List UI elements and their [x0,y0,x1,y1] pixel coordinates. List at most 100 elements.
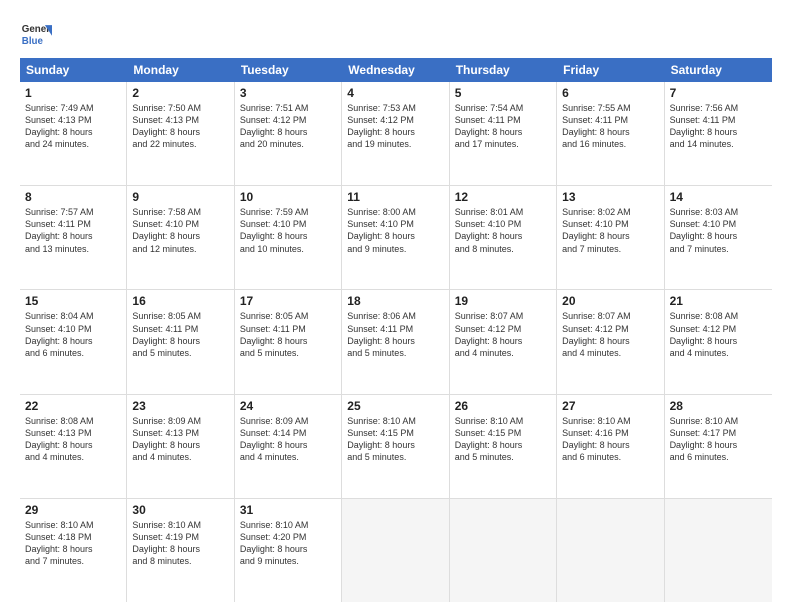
day-number: 4 [347,86,443,100]
day-number: 2 [132,86,228,100]
cell-text: Sunrise: 7:57 AMSunset: 4:11 PMDaylight:… [25,206,121,255]
calendar-cell: 12Sunrise: 8:01 AMSunset: 4:10 PMDayligh… [450,186,557,289]
cell-text: Sunrise: 8:08 AMSunset: 4:12 PMDaylight:… [670,310,767,359]
cell-text: Sunrise: 8:10 AMSunset: 4:15 PMDaylight:… [455,415,551,464]
cell-text: Sunrise: 8:10 AMSunset: 4:18 PMDaylight:… [25,519,121,568]
day-number: 1 [25,86,121,100]
cell-text: Sunrise: 8:00 AMSunset: 4:10 PMDaylight:… [347,206,443,255]
day-number: 6 [562,86,658,100]
weekday-header: Sunday [20,58,127,82]
cell-text: Sunrise: 8:07 AMSunset: 4:12 PMDaylight:… [455,310,551,359]
weekday-header: Saturday [665,58,772,82]
calendar-cell: 25 Sunrise: 8:10 AMSunset: 4:15 PMDayligh… [342,395,449,498]
calendar-cell: 13Sunrise: 8:02 AMSunset: 4:10 PMDayligh… [557,186,664,289]
calendar-cell: 8 Sunrise: 7:57 AMSunset: 4:11 PMDaylight… [20,186,127,289]
calendar-cell: 15 Sunrise: 8:04 AMSunset: 4:10 PMDayligh… [20,290,127,393]
weekday-header: Tuesday [235,58,342,82]
calendar-row: 22 Sunrise: 8:08 AMSunset: 4:13 PMDayligh… [20,395,772,499]
calendar-cell: 1 Sunrise: 7:49 AMSunset: 4:13 PMDaylight… [20,82,127,185]
empty-cell [450,499,557,602]
day-number: 19 [455,294,551,308]
day-number: 23 [132,399,228,413]
day-number: 25 [347,399,443,413]
calendar-cell: 28 Sunrise: 8:10 AMSunset: 4:17 PMDayligh… [665,395,772,498]
day-number: 17 [240,294,336,308]
empty-cell [665,499,772,602]
day-number: 9 [132,190,228,204]
calendar-cell: 2Sunrise: 7:50 AMSunset: 4:13 PMDaylight… [127,82,234,185]
day-number: 20 [562,294,658,308]
calendar-cell: 20 Sunrise: 8:07 AMSunset: 4:12 PMDayligh… [557,290,664,393]
day-number: 29 [25,503,121,517]
calendar-header: SundayMondayTuesdayWednesdayThursdayFrid… [20,58,772,82]
calendar-cell: 31 Sunrise: 8:10 AMSunset: 4:20 PMDayligh… [235,499,342,602]
calendar-cell: 5 Sunrise: 7:54 AMSunset: 4:11 PMDaylight… [450,82,557,185]
calendar-row: 29 Sunrise: 8:10 AMSunset: 4:18 PMDayligh… [20,499,772,602]
calendar-cell: 6 Sunrise: 7:55 AMSunset: 4:11 PMDaylight… [557,82,664,185]
day-number: 31 [240,503,336,517]
day-number: 28 [670,399,767,413]
calendar-cell: 19 Sunrise: 8:07 AMSunset: 4:12 PMDayligh… [450,290,557,393]
calendar-cell: 22 Sunrise: 8:08 AMSunset: 4:13 PMDayligh… [20,395,127,498]
cell-text: Sunrise: 7:49 AMSunset: 4:13 PMDaylight:… [25,102,121,151]
cell-text: Sunrise: 8:10 AMSunset: 4:16 PMDaylight:… [562,415,658,464]
day-number: 18 [347,294,443,308]
day-number: 30 [132,503,228,517]
cell-text: Sunrise: 8:08 AMSunset: 4:13 PMDaylight:… [25,415,121,464]
calendar-cell: 4Sunrise: 7:53 AMSunset: 4:12 PMDaylight… [342,82,449,185]
cell-text: Sunrise: 8:10 AMSunset: 4:15 PMDaylight:… [347,415,443,464]
cell-text: Sunrise: 7:58 AMSunset: 4:10 PMDaylight:… [132,206,228,255]
cell-text: Sunrise: 8:01 AMSunset: 4:10 PMDaylight:… [455,206,551,255]
day-number: 8 [25,190,121,204]
calendar-row: 8 Sunrise: 7:57 AMSunset: 4:11 PMDaylight… [20,186,772,290]
calendar-row: 1 Sunrise: 7:49 AMSunset: 4:13 PMDaylight… [20,82,772,186]
svg-text:Blue: Blue [22,36,44,47]
cell-text: Sunrise: 8:10 AMSunset: 4:17 PMDaylight:… [670,415,767,464]
weekday-header: Thursday [450,58,557,82]
day-number: 7 [670,86,767,100]
weekday-header: Friday [557,58,664,82]
calendar: SundayMondayTuesdayWednesdayThursdayFrid… [20,58,772,602]
calendar-cell: 3 Sunrise: 7:51 AMSunset: 4:12 PMDaylight… [235,82,342,185]
calendar-body: 1 Sunrise: 7:49 AMSunset: 4:13 PMDaylight… [20,82,772,602]
calendar-cell: 29 Sunrise: 8:10 AMSunset: 4:18 PMDayligh… [20,499,127,602]
calendar-cell: 30Sunrise: 8:10 AMSunset: 4:19 PMDayligh… [127,499,234,602]
cell-text: Sunrise: 7:51 AMSunset: 4:12 PMDaylight:… [240,102,336,151]
cell-text: Sunrise: 8:03 AMSunset: 4:10 PMDaylight:… [670,206,767,255]
day-number: 21 [670,294,767,308]
logo-icon: General Blue [20,18,52,50]
day-number: 10 [240,190,336,204]
day-number: 24 [240,399,336,413]
day-number: 16 [132,294,228,308]
calendar-cell: 7 Sunrise: 7:56 AMSunset: 4:11 PMDaylight… [665,82,772,185]
calendar-row: 15 Sunrise: 8:04 AMSunset: 4:10 PMDayligh… [20,290,772,394]
calendar-cell: 11Sunrise: 8:00 AMSunset: 4:10 PMDayligh… [342,186,449,289]
day-number: 5 [455,86,551,100]
cell-text: Sunrise: 7:56 AMSunset: 4:11 PMDaylight:… [670,102,767,151]
day-number: 22 [25,399,121,413]
cell-text: Sunrise: 8:04 AMSunset: 4:10 PMDaylight:… [25,310,121,359]
weekday-header: Monday [127,58,234,82]
calendar-cell: 26Sunrise: 8:10 AMSunset: 4:15 PMDayligh… [450,395,557,498]
weekday-header: Wednesday [342,58,449,82]
empty-cell [557,499,664,602]
calendar-cell: 23 Sunrise: 8:09 AMSunset: 4:13 PMDayligh… [127,395,234,498]
cell-text: Sunrise: 8:10 AMSunset: 4:20 PMDaylight:… [240,519,336,568]
calendar-cell: 24Sunrise: 8:09 AMSunset: 4:14 PMDayligh… [235,395,342,498]
logo: General Blue [20,18,52,50]
cell-text: Sunrise: 7:55 AMSunset: 4:11 PMDaylight:… [562,102,658,151]
day-number: 3 [240,86,336,100]
cell-text: Sunrise: 8:09 AMSunset: 4:13 PMDaylight:… [132,415,228,464]
cell-text: Sunrise: 8:02 AMSunset: 4:10 PMDaylight:… [562,206,658,255]
cell-text: Sunrise: 8:05 AMSunset: 4:11 PMDaylight:… [240,310,336,359]
empty-cell [342,499,449,602]
cell-text: Sunrise: 8:07 AMSunset: 4:12 PMDaylight:… [562,310,658,359]
day-number: 15 [25,294,121,308]
page: General Blue SundayMondayTuesdayWednesda… [0,0,792,612]
day-number: 14 [670,190,767,204]
calendar-cell: 27Sunrise: 8:10 AMSunset: 4:16 PMDayligh… [557,395,664,498]
cell-text: Sunrise: 7:54 AMSunset: 4:11 PMDaylight:… [455,102,551,151]
calendar-cell: 9 Sunrise: 7:58 AMSunset: 4:10 PMDaylight… [127,186,234,289]
cell-text: Sunrise: 8:05 AMSunset: 4:11 PMDaylight:… [132,310,228,359]
calendar-cell: 18Sunrise: 8:06 AMSunset: 4:11 PMDayligh… [342,290,449,393]
